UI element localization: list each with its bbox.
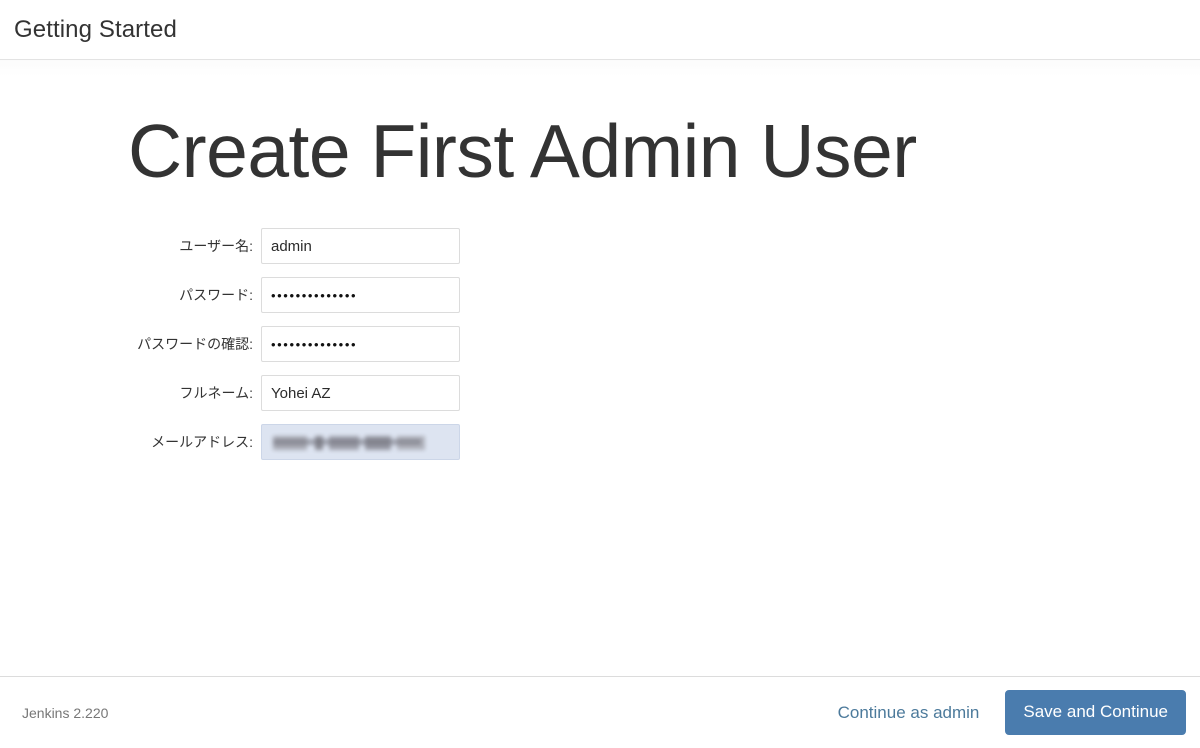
fullname-label: フルネーム: [179,385,253,401]
continue-as-admin-link[interactable]: Continue as admin [838,702,980,724]
app-header: Getting Started [0,0,1200,60]
redacted-email-overlay [273,436,425,450]
fullname-input[interactable] [261,375,460,411]
setup-wrapper: Create First Admin User ユーザー名: パスワード: [0,60,1200,460]
password-input[interactable] [261,277,460,313]
email-input[interactable] [261,424,460,460]
page-title: Getting Started [14,15,177,43]
form-row-username: ユーザー名: [126,228,1200,264]
form-row-email: メールアドレス: [126,424,1200,460]
getting-started-page: Getting Started Create First Admin User … [0,0,1200,748]
footer-actions: Continue as admin Save and Continue [838,690,1186,735]
username-input[interactable] [261,228,460,264]
password-cell [261,277,460,313]
setup-heading: Create First Admin User [128,109,917,193]
jenkins-version-label: Jenkins 2.220 [22,704,109,721]
form-row-fullname: フルネーム: [126,375,1200,411]
password-confirm-cell [261,326,460,362]
email-cell [261,424,460,460]
app-footer: Jenkins 2.220 Continue as admin Save and… [0,676,1200,748]
email-label: メールアドレス: [151,434,253,450]
save-and-continue-button[interactable]: Save and Continue [1005,690,1186,735]
main-content-inner: Create First Admin User ユーザー名: パスワード: [0,60,1200,676]
form-row-password-confirm: パスワードの確認: [126,326,1200,362]
create-admin-form: ユーザー名: パスワード: パスワードの確認: [126,228,1200,460]
form-row-password: パスワード: [126,277,1200,313]
username-cell [261,228,460,264]
password-confirm-label: パスワードの確認: [137,336,253,352]
password-confirm-input[interactable] [261,326,460,362]
fullname-cell [261,375,460,411]
password-label: パスワード: [179,287,253,303]
username-label: ユーザー名: [179,238,253,254]
main-content: Create First Admin User ユーザー名: パスワード: [0,60,1200,676]
